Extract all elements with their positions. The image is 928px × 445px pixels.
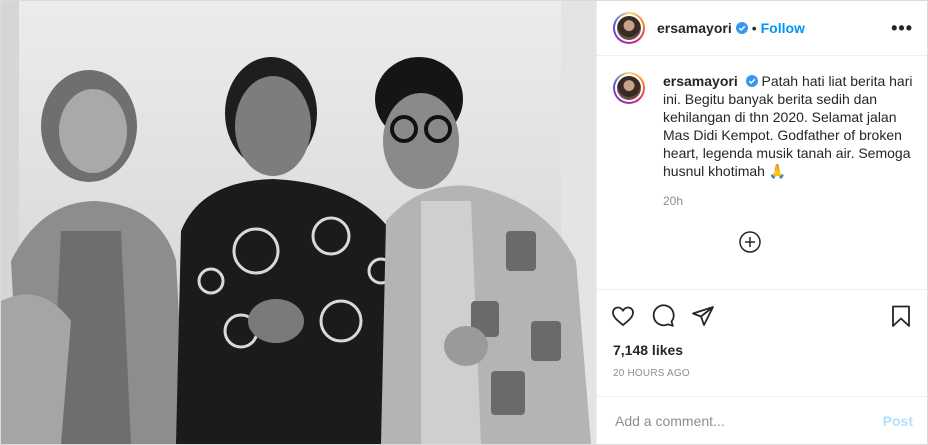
- header-separator: •: [751, 20, 757, 37]
- paper-plane-icon[interactable]: [691, 304, 715, 328]
- caption-username[interactable]: ersamayori: [663, 73, 738, 89]
- comment-bubble-icon[interactable]: [651, 304, 675, 328]
- likes-count[interactable]: 7,148 likes: [597, 342, 927, 362]
- post-photo[interactable]: [1, 1, 597, 444]
- instagram-post: ersamayori • Follow ••• ersamayori Patah…: [0, 0, 928, 445]
- caption-avatar[interactable]: [613, 72, 645, 105]
- comments-section: ersamayori Patah hati liat berita hari i…: [597, 56, 927, 291]
- heart-icon[interactable]: [611, 304, 635, 328]
- caption-time[interactable]: 20h: [663, 194, 913, 208]
- verified-badge-icon: [745, 75, 758, 88]
- follow-button[interactable]: Follow: [761, 20, 805, 36]
- post-timestamp[interactable]: 20 HOURS AGO: [597, 362, 927, 388]
- verified-badge-icon: [735, 22, 748, 35]
- avatar[interactable]: [613, 12, 645, 45]
- post-comment-button[interactable]: Post: [883, 413, 913, 429]
- post-sidebar: ersamayori • Follow ••• ersamayori Patah…: [597, 1, 927, 444]
- add-comment-bar: Post: [597, 396, 927, 444]
- caption: ersamayori Patah hati liat berita hari i…: [613, 72, 913, 180]
- post-header: ersamayori • Follow •••: [597, 1, 927, 57]
- more-options-button[interactable]: •••: [891, 18, 913, 39]
- plus-circle-icon[interactable]: [739, 231, 761, 254]
- header-username[interactable]: ersamayori: [657, 20, 732, 36]
- comment-input[interactable]: [613, 411, 883, 430]
- caption-body: ersamayori Patah hati liat berita hari i…: [663, 72, 913, 180]
- action-bar: [597, 290, 927, 342]
- photo-illustration: [1, 1, 596, 444]
- bookmark-icon[interactable]: [889, 304, 913, 328]
